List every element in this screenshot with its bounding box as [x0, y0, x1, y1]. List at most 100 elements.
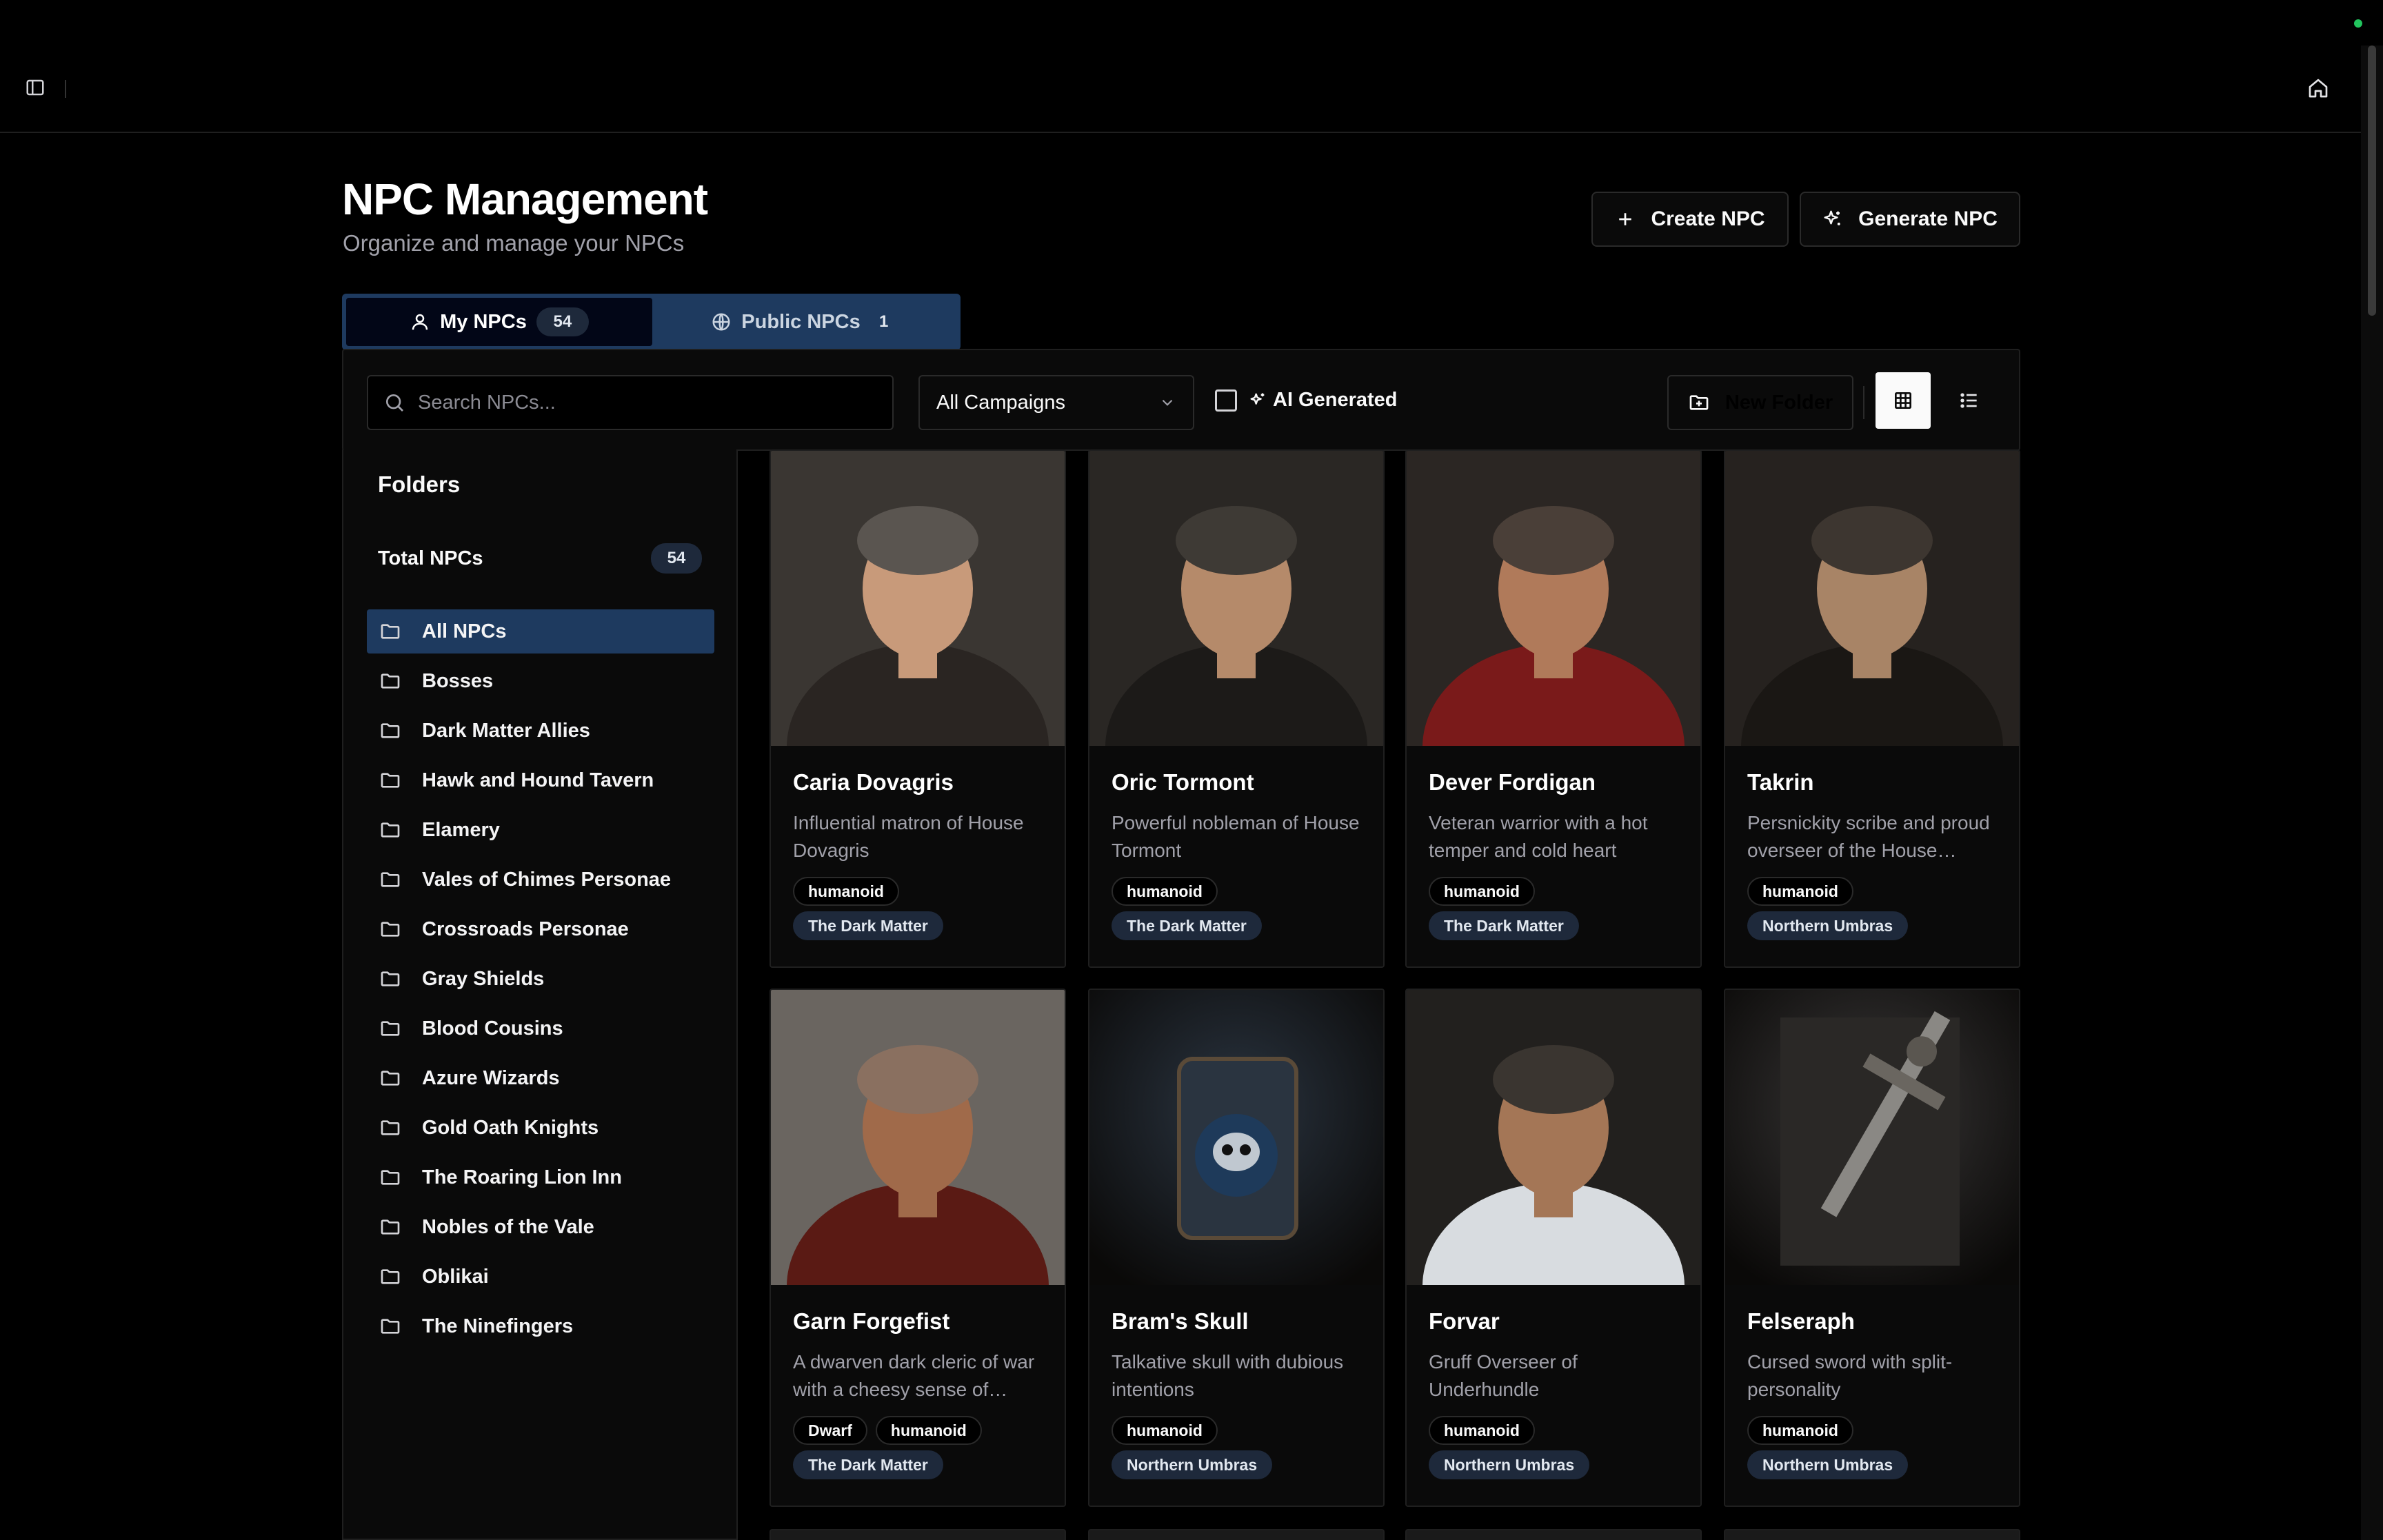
npc-tags: humanoid: [793, 877, 899, 906]
npc-card[interactable]: Forvar Gruff Overseer of Underhundle human…: [1405, 989, 1702, 1507]
npc-name: Felseraph: [1747, 1308, 1855, 1334]
folder-icon: [381, 624, 400, 639]
campaign-select[interactable]: All Campaigns: [918, 375, 1194, 430]
npc-card-partial[interactable]: [1724, 1529, 2020, 1540]
sparkles-icon: [1824, 210, 1840, 225]
divider: [65, 80, 66, 98]
folder-item[interactable]: Dark Matter Allies: [367, 709, 714, 753]
home-icon[interactable]: [2307, 77, 2329, 99]
npc-portrait: [1089, 990, 1383, 1285]
folder-icon: [381, 1319, 400, 1334]
npc-description: Powerful nobleman of House Tormont: [1112, 812, 1360, 861]
tab-label: Public NPCs: [741, 310, 861, 333]
folder-icon: [381, 822, 400, 838]
npc-campaign-badge: Northern Umbras: [1747, 1450, 1909, 1479]
total-npcs-label: Total NPCs: [378, 547, 483, 569]
ai-generated-label: AI Generated: [1273, 389, 1398, 411]
create-npc-button[interactable]: Create NPC: [1591, 192, 1789, 247]
grid-view-button[interactable]: [1876, 372, 1931, 429]
folder-label: Oblikai: [422, 1265, 489, 1288]
folder-label: Elamery: [422, 818, 500, 841]
folder-item[interactable]: All NPCs: [367, 609, 714, 654]
folder-item[interactable]: Blood Cousins: [367, 1006, 714, 1051]
globe-icon: [712, 313, 730, 331]
folder-item[interactable]: Gold Oath Knights: [367, 1106, 714, 1150]
npc-campaign-badge: Northern Umbras: [1747, 911, 1909, 940]
folder-icon: [381, 1170, 400, 1185]
folder-icon: [381, 922, 400, 937]
npc-tags: humanoid: [1112, 1416, 1218, 1445]
folder-item[interactable]: Azure Wizards: [367, 1056, 714, 1100]
folder-item[interactable]: Hawk and Hound Tavern: [367, 758, 714, 802]
npc-card[interactable]: Garn Forgefist A dwarven dark cleric of w…: [770, 989, 1066, 1507]
npc-portrait: [1725, 990, 2019, 1285]
folder-item[interactable]: Crossroads Personae: [367, 907, 714, 951]
folder-item[interactable]: Gray Shields: [367, 957, 714, 1001]
npc-tag: humanoid: [1429, 877, 1535, 906]
npc-description: Influential matron of House Dovagris: [793, 812, 1024, 861]
folder-plus-icon: [1689, 395, 1709, 410]
npc-card-partial[interactable]: [770, 1529, 1066, 1540]
folder-item[interactable]: Bosses: [367, 659, 714, 703]
npc-card-partial[interactable]: [1088, 1529, 1385, 1540]
filter-toolbar: All Campaigns AI Generated New Folder: [342, 349, 2020, 451]
generate-npc-label: Generate NPC: [1858, 207, 1998, 230]
folder-item[interactable]: Vales of Chimes Personae: [367, 858, 714, 902]
chevron-down-icon: [1162, 399, 1173, 406]
npc-name: Oric Tormont: [1112, 769, 1254, 795]
npc-campaign-badge: Northern Umbras: [1112, 1450, 1273, 1479]
ai-generated-checkbox[interactable]: [1215, 389, 1237, 412]
folder-item[interactable]: The Roaring Lion Inn: [367, 1155, 714, 1199]
folder-icon: [381, 1071, 400, 1086]
grid-icon: [1895, 392, 1911, 409]
folder-item[interactable]: Nobles of the Vale: [367, 1205, 714, 1249]
sidebar-toggle-icon[interactable]: [25, 77, 46, 98]
npc-card[interactable]: Felseraph Cursed sword with split-persona…: [1724, 989, 2020, 1507]
generate-npc-button[interactable]: Generate NPC: [1800, 192, 2020, 247]
folder-icon: [381, 1269, 400, 1284]
tab-my-npcs[interactable]: My NPCs 54: [346, 298, 652, 346]
npc-card-partial[interactable]: [1405, 1529, 1702, 1540]
folder-item[interactable]: Oblikai: [367, 1255, 714, 1299]
sparkles-icon: [1250, 393, 1265, 405]
npc-campaign-badge: The Dark Matter: [793, 1450, 943, 1479]
list-icon: [1960, 393, 1977, 408]
search-field[interactable]: [367, 375, 894, 430]
folder-item[interactable]: The Ninefingers: [367, 1304, 714, 1348]
npc-card[interactable]: Oric Tormont Powerful nobleman of House T…: [1088, 449, 1385, 968]
npc-name: Garn Forgefist: [793, 1308, 950, 1334]
ai-generated-filter[interactable]: AI Generated: [1215, 389, 1398, 412]
folder-label: The Ninefingers: [422, 1315, 574, 1337]
npc-tag: Dwarf: [793, 1416, 867, 1445]
npc-tags: humanoid: [1747, 1416, 1853, 1445]
folder-label: Hawk and Hound Tavern: [422, 769, 654, 791]
tab-public-npcs[interactable]: Public NPCs 1: [652, 298, 956, 346]
npc-campaign-badge: The Dark Matter: [1429, 911, 1579, 940]
new-folder-button[interactable]: New Folder: [1667, 375, 1853, 430]
list-view-button[interactable]: [1942, 372, 1997, 429]
npc-description: A dwarven dark cleric of war with a chee…: [793, 1351, 1035, 1400]
npc-card[interactable]: Takrin Persnickity scribe and proud overs…: [1724, 449, 2020, 968]
page-scrollbar[interactable]: [2361, 45, 2383, 1540]
new-folder-label: New Folder: [1725, 391, 1833, 414]
npc-tags: humanoid: [1112, 877, 1218, 906]
npc-card[interactable]: Bram's Skull Talkative skull with dubious…: [1088, 989, 1385, 1507]
scrollbar-thumb[interactable]: [2368, 45, 2376, 316]
npc-card[interactable]: Caria Dovagris Influential matron of Hous…: [770, 449, 1066, 968]
npc-tag: humanoid: [1747, 877, 1853, 906]
npc-description: Gruff Overseer of Underhundle: [1429, 1351, 1578, 1400]
search-input[interactable]: [418, 391, 873, 414]
npc-portrait: [1407, 990, 1700, 1285]
folder-icon: [381, 673, 400, 689]
folder-item[interactable]: Elamery: [367, 808, 714, 852]
plus-icon: [1619, 213, 1632, 225]
npc-name: Forvar: [1429, 1308, 1500, 1334]
folder-icon: [381, 723, 400, 738]
folders-title: Folders: [378, 472, 461, 497]
npc-card[interactable]: Dever Fordigan Veteran warrior with a hot…: [1405, 449, 1702, 968]
folder-label: Bosses: [422, 669, 494, 692]
npc-tabs: My NPCs 54 Public NPCs 1: [342, 294, 961, 350]
npc-tags: humanoid: [1429, 1416, 1535, 1445]
folder-icon: [381, 872, 400, 887]
folder-label: Nobles of the Vale: [422, 1215, 594, 1238]
